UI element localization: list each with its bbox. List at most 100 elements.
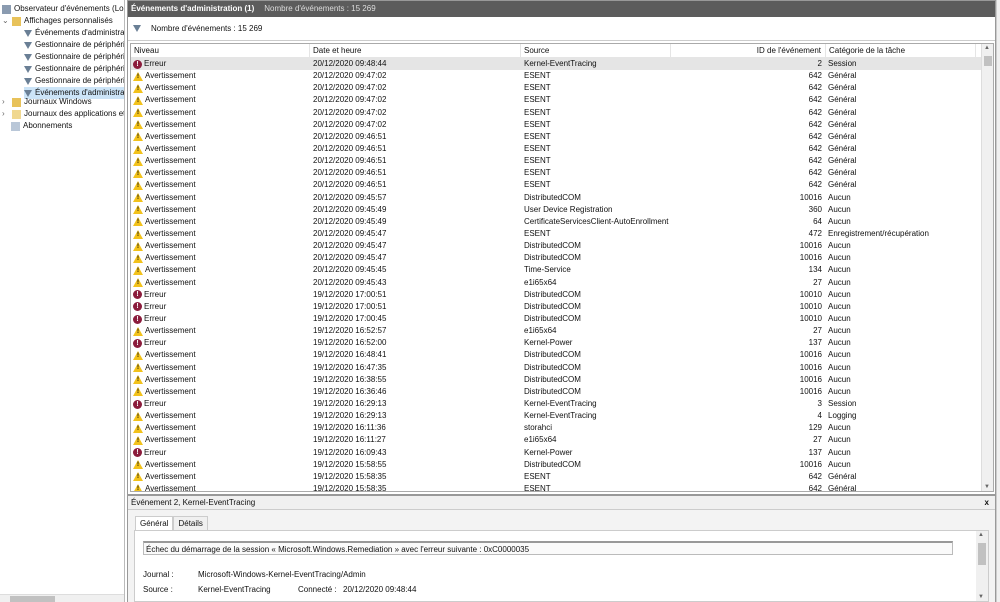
- tree-custom-view[interactable]: Gestionnaire de périphériques: [24, 39, 124, 51]
- warning-icon: !: [133, 180, 143, 190]
- cell-event-id: 10010: [799, 289, 822, 299]
- table-row[interactable]: ! Avertissement 20/12/2020 09:45:57 Distrib…: [131, 192, 993, 204]
- tree-subscriptions[interactable]: Abonnements: [11, 120, 72, 132]
- cell-level: ! Erreur: [131, 313, 310, 325]
- table-row[interactable]: ! Erreur 19/12/2020 16:52:00 Kernel-Power 13…: [131, 337, 993, 349]
- table-row[interactable]: ! Avertissement 20/12/2020 09:46:51 ESENT 64…: [131, 155, 993, 167]
- tab-general[interactable]: Général: [135, 516, 174, 530]
- cell-level: ! Erreur: [131, 58, 310, 70]
- table-row[interactable]: ! Avertissement 20/12/2020 09:46:51 ESENT 64…: [131, 179, 993, 191]
- cell-level: ! Avertissement: [131, 143, 310, 155]
- table-row[interactable]: ! Avertissement 19/12/2020 15:58:55 Distrib…: [131, 459, 993, 471]
- table-row[interactable]: ! Avertissement 19/12/2020 15:58:35 ESENT 64…: [131, 471, 993, 483]
- chevron-down-icon[interactable]: ⌄: [2, 15, 9, 27]
- scroll-thumb[interactable]: [984, 56, 992, 66]
- error-icon: !: [133, 290, 142, 300]
- filter-icon: [24, 53, 32, 61]
- cell-task-category: Session: [828, 398, 857, 408]
- chevron-right-icon[interactable]: ›: [2, 96, 9, 108]
- table-row[interactable]: ! Erreur 19/12/2020 17:00:51 DistributedCOM…: [131, 301, 993, 313]
- col-task-category[interactable]: Catégorie de la tâche: [826, 44, 976, 57]
- table-header: Niveau Date et heure Source ID de l'évén…: [131, 44, 993, 58]
- table-row[interactable]: ! Erreur 19/12/2020 16:29:13 Kernel-EventTr…: [131, 398, 993, 410]
- detail-title: Événement 2, Kernel-EventTracing: [131, 498, 256, 507]
- chevron-right-icon[interactable]: ›: [2, 108, 9, 120]
- cell-event-id: 642: [808, 156, 822, 166]
- actions-pane-edge[interactable]: [996, 0, 1000, 602]
- filter-icon: [24, 41, 32, 49]
- table-row[interactable]: ! Avertissement 20/12/2020 09:47:02 ESENT 64…: [131, 70, 993, 82]
- cell-task-category: Général: [828, 95, 857, 105]
- tree-custom-view[interactable]: Événements d'administration: [24, 27, 124, 39]
- table-row[interactable]: ! Avertissement 20/12/2020 09:45:47 Distrib…: [131, 240, 993, 252]
- cell-date: 20/12/2020 09:45:49: [313, 204, 387, 214]
- table-row[interactable]: ! Avertissement 20/12/2020 09:46:51 ESENT 64…: [131, 131, 993, 143]
- col-date[interactable]: Date et heure: [310, 44, 521, 57]
- scroll-thumb[interactable]: [978, 543, 986, 565]
- table-row[interactable]: ! Avertissement 19/12/2020 16:11:27 e1i65x6…: [131, 434, 993, 446]
- scroll-thumb[interactable]: [10, 596, 55, 602]
- cell-task-category: Général: [828, 483, 857, 492]
- warning-icon: !: [133, 265, 143, 275]
- cell-task-category: Aucun: [828, 265, 851, 275]
- table-row[interactable]: ! Avertissement 20/12/2020 09:45:47 Distrib…: [131, 252, 993, 264]
- tree-custom-view[interactable]: Gestionnaire de périphériques: [24, 75, 124, 87]
- tree-custom-views[interactable]: ⌄ Affichages personnalisés: [2, 15, 113, 27]
- cell-level: ! Avertissement: [131, 434, 310, 446]
- warning-icon: !: [133, 205, 143, 215]
- warning-icon: !: [133, 411, 143, 421]
- logged-value: 20/12/2020 09:48:44: [343, 585, 417, 594]
- cell-source: DistributedCOM: [524, 362, 581, 372]
- cell-date: 19/12/2020 17:00:51: [313, 301, 387, 311]
- cell-source: DistributedCOM: [524, 350, 581, 360]
- table-row[interactable]: ! Avertissement 20/12/2020 09:47:02 ESENT 64…: [131, 82, 993, 94]
- close-button[interactable]: x: [985, 496, 989, 509]
- table-row[interactable]: ! Erreur 20/12/2020 09:48:44 Kernel-EventTr…: [131, 58, 993, 71]
- cell-level: ! Avertissement: [131, 362, 310, 374]
- table-row[interactable]: ! Avertissement 20/12/2020 09:45:47 ESENT 47…: [131, 228, 993, 240]
- table-row[interactable]: ! Avertissement 19/12/2020 15:58:35 ESENT 64…: [131, 483, 993, 492]
- cell-task-category: Aucun: [828, 362, 851, 372]
- vertical-scrollbar[interactable]: ▲ ▼: [981, 44, 993, 491]
- warning-icon: !: [133, 484, 143, 491]
- table-row[interactable]: ! Erreur 19/12/2020 16:09:43 Kernel-Power 13…: [131, 447, 993, 459]
- table-row[interactable]: ! Avertissement 20/12/2020 09:46:51 ESENT 64…: [131, 167, 993, 179]
- table-row[interactable]: ! Avertissement 20/12/2020 09:45:45 Time-Se…: [131, 264, 993, 276]
- table-row[interactable]: ! Avertissement 19/12/2020 16:48:41 Distrib…: [131, 349, 993, 361]
- table-row[interactable]: ! Avertissement 20/12/2020 09:47:02 ESENT 64…: [131, 107, 993, 119]
- table-row[interactable]: ! Avertissement 19/12/2020 16:38:55 Distrib…: [131, 374, 993, 386]
- horizontal-scrollbar[interactable]: [0, 594, 124, 602]
- tree-app-logs[interactable]: ›Journaux des applications et de service…: [2, 108, 124, 120]
- cell-task-category: Aucun: [828, 338, 851, 348]
- table-row[interactable]: ! Avertissement 20/12/2020 09:47:02 ESENT 64…: [131, 94, 993, 106]
- table-row[interactable]: ! Avertissement 19/12/2020 16:47:35 Distrib…: [131, 362, 993, 374]
- tab-details[interactable]: Détails: [173, 516, 208, 530]
- table-row[interactable]: ! Avertissement 19/12/2020 16:52:57 e1i65x6…: [131, 325, 993, 337]
- cell-event-id: 642: [808, 71, 822, 81]
- detail-scrollbar[interactable]: ▲ ▼: [976, 531, 988, 601]
- table-row[interactable]: ! Avertissement 19/12/2020 16:11:36 storahc…: [131, 422, 993, 434]
- tree-root[interactable]: Observateur d'événements (Local): [2, 3, 124, 15]
- cell-source: ESENT: [524, 180, 551, 190]
- cell-task-category: Aucun: [828, 277, 851, 287]
- tree-custom-view[interactable]: Gestionnaire de périphériques: [24, 63, 124, 75]
- table-row[interactable]: ! Avertissement 19/12/2020 16:36:46 Distrib…: [131, 386, 993, 398]
- table-row[interactable]: ! Avertissement 20/12/2020 09:45:49 Certifi…: [131, 216, 993, 228]
- col-event-id[interactable]: ID de l'événement: [671, 44, 826, 57]
- col-source[interactable]: Source: [521, 44, 671, 57]
- tree-windows-logs[interactable]: › Journaux Windows: [2, 96, 92, 108]
- warning-icon: !: [133, 375, 143, 385]
- table-row[interactable]: ! Avertissement 20/12/2020 09:47:02 ESENT 64…: [131, 119, 993, 131]
- table-row[interactable]: ! Avertissement 20/12/2020 09:46:51 ESENT 64…: [131, 143, 993, 155]
- cell-source: Time-Service: [524, 265, 571, 275]
- table-row[interactable]: ! Erreur 19/12/2020 17:00:51 DistributedCOM…: [131, 289, 993, 301]
- table-row[interactable]: ! Avertissement 20/12/2020 09:45:43 e1i65x6…: [131, 277, 993, 289]
- cell-source: ESENT: [524, 471, 551, 481]
- table-row[interactable]: ! Avertissement 19/12/2020 16:29:13 Kernel-…: [131, 410, 993, 422]
- cell-level: ! Avertissement: [131, 349, 310, 361]
- warning-icon: !: [133, 144, 143, 154]
- table-row[interactable]: ! Avertissement 20/12/2020 09:45:49 User De…: [131, 204, 993, 216]
- tree-custom-view[interactable]: Gestionnaire de périphériques: [24, 51, 124, 63]
- col-level[interactable]: Niveau: [131, 44, 310, 57]
- table-row[interactable]: ! Erreur 19/12/2020 17:00:45 DistributedCOM…: [131, 313, 993, 325]
